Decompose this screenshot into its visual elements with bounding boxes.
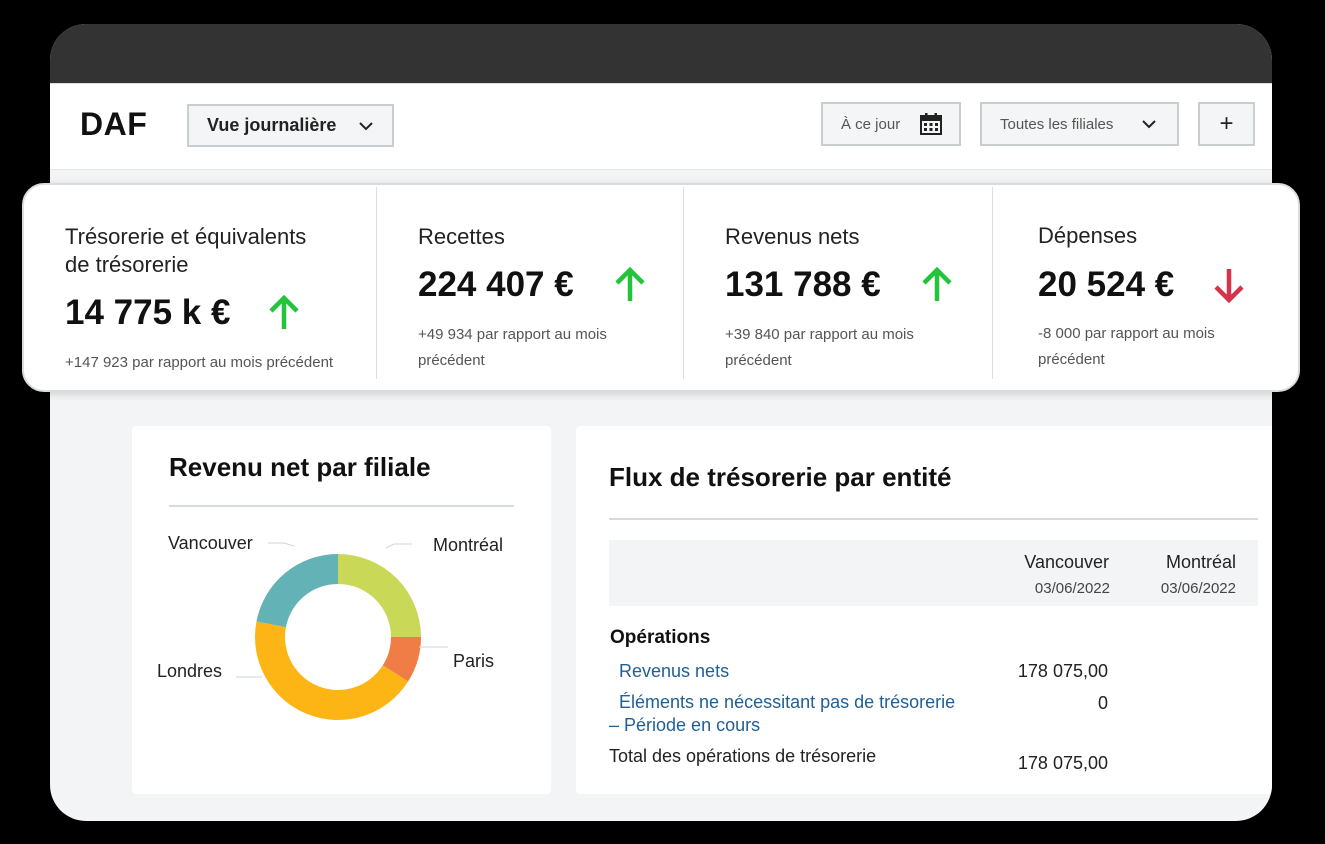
donut-slice-montreal (338, 554, 421, 637)
leader-line-vancouver (268, 542, 295, 547)
total-value: 178 075,00 (1017, 753, 1108, 773)
label-londres: Londres (157, 661, 223, 681)
kpi-depenses: Dépenses 20 524 € -8 000 par rapport au … (993, 185, 1298, 390)
row-value: 0 (1097, 693, 1108, 713)
kpi-summary-card: Trésorerie et équivalents de trésorerie … (22, 183, 1300, 392)
cashflow-panel: Flux de trésorerie par entité Vancouver … (576, 426, 1272, 794)
kpi-note: +49 934 par rapport au mois (418, 326, 607, 343)
arrow-up-icon (269, 295, 299, 329)
chevron-down-icon (1142, 120, 1156, 129)
kpi-value: 224 407 € (418, 265, 574, 304)
filiales-selector-button[interactable]: Toutes les filiales (980, 102, 1179, 146)
chevron-down-icon (359, 121, 373, 130)
column-header-vancouver: Vancouver (1024, 552, 1109, 572)
kpi-note: +147 923 par rapport au mois précédent (65, 354, 334, 371)
kpi-note: -8 000 par rapport au mois (1038, 325, 1215, 342)
window-top-bar (50, 24, 1272, 83)
kpi-note: précédent (725, 352, 792, 369)
total-label: Total des opérations de trésorerie (609, 746, 877, 766)
kpi-revenus-nets: Revenus nets 131 788 € +39 840 par rappo… (684, 185, 992, 390)
kpi-label: Dépenses (1038, 223, 1138, 248)
row-value: 178 075,00 (1017, 661, 1108, 681)
donut-slice-vancouver (256, 554, 338, 628)
kpi-value: 131 788 € (725, 265, 881, 304)
kpi-value: 20 524 € (1038, 265, 1175, 304)
kpi-recettes: Recettes 224 407 € +49 934 par rapport a… (377, 185, 683, 390)
label-paris: Paris (453, 651, 495, 671)
column-date-montreal: 03/06/2022 (1160, 580, 1236, 597)
kpi-note: +39 840 par rapport au mois (725, 326, 914, 343)
label-montreal: Montréal (433, 535, 504, 555)
arrow-down-icon (1214, 269, 1244, 303)
donut-chart (236, 542, 448, 720)
filiales-selector-label: Toutes les filiales (1000, 115, 1114, 133)
kpi-note: précédent (418, 352, 485, 369)
kpi-tresorerie: Trésorerie et équivalents de trésorerie … (24, 185, 376, 390)
kpi-label: Recettes (418, 224, 505, 249)
divider (609, 518, 1258, 520)
table-header: Vancouver 03/06/2022 Montréal 03/06/2022 (609, 540, 1258, 606)
column-date-vancouver: 03/06/2022 (1034, 580, 1110, 597)
device-frame: DAF Vue journalière À ce jour Toutes les… (50, 24, 1272, 821)
row-link-elements-non-tresorerie-line2[interactable]: – Période en cours (609, 714, 760, 737)
add-button[interactable]: + (1198, 102, 1255, 146)
panel-title: Flux de trésorerie par entité (609, 462, 952, 492)
kpi-label: Trésorerie et équivalents (65, 224, 307, 249)
kpi-value: 14 775 k € (65, 293, 231, 332)
kpi-label: Revenus nets (725, 224, 860, 249)
leader-line-montreal (385, 543, 412, 549)
app-header: DAF Vue journalière À ce jour Toutes les… (50, 83, 1272, 170)
row-link-elements-non-tresorerie[interactable]: Éléments ne nécessitant pas de trésoreri… (619, 691, 955, 714)
kpi-note: précédent (1038, 351, 1105, 368)
label-vancouver: Vancouver (168, 533, 253, 553)
plus-icon: + (1219, 110, 1234, 137)
date-picker-button[interactable]: À ce jour (821, 102, 961, 146)
kpi-label: de trésorerie (65, 252, 189, 277)
row-link-revenus-nets[interactable]: Revenus nets (619, 660, 729, 683)
arrow-up-icon (615, 267, 645, 301)
view-selector-label: Vue journalière (207, 115, 337, 135)
view-selector-button[interactable]: Vue journalière (187, 104, 394, 147)
arrow-up-icon (922, 267, 952, 301)
column-header-montreal: Montréal (1165, 552, 1236, 572)
section-operations: Opérations (610, 627, 711, 648)
donut-slice-londres (255, 621, 409, 720)
revenue-by-subsidiary-panel: Revenu net par filiale Vancouver Montréa… (132, 426, 551, 794)
calendar-icon (920, 113, 942, 135)
date-picker-label: À ce jour (841, 115, 901, 133)
app-logo: DAF (80, 106, 148, 142)
